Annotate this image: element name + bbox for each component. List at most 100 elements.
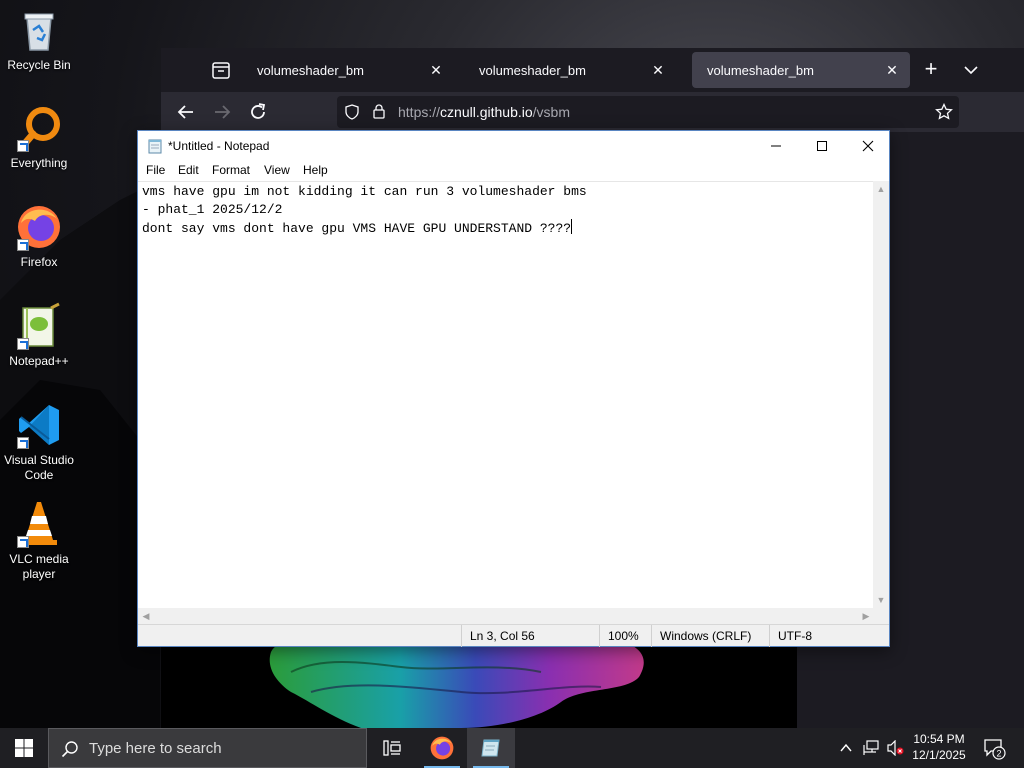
notification-icon: 2 [984, 739, 1006, 760]
task-view-button[interactable] [368, 728, 416, 768]
scroll-right-icon[interactable]: ▶ [858, 608, 874, 624]
url-text[interactable]: https://cznull.github.io/vsbm [398, 104, 570, 120]
taskbar-notepad[interactable] [467, 728, 515, 768]
lock-icon[interactable] [371, 103, 387, 119]
shortcut-arrow-icon [17, 140, 29, 152]
reload-icon [251, 103, 266, 119]
browser-tab[interactable]: volumeshader_bm ✕ [464, 52, 676, 88]
notepad-icon [481, 739, 500, 757]
close-icon[interactable]: ✕ [884, 62, 900, 78]
menu-help[interactable]: Help [301, 163, 330, 177]
list-all-tabs-button[interactable] [959, 58, 983, 82]
desktop-icon-firefox[interactable]: Firefox [2, 203, 76, 270]
close-icon[interactable]: ✕ [650, 62, 666, 78]
url-host: cznull.github.io [440, 104, 533, 120]
status-bar: Ln 3, Col 56 100% Windows (CRLF) UTF-8 [138, 624, 889, 647]
arrow-right-icon [215, 105, 231, 119]
close-icon [862, 140, 874, 152]
show-hidden-icons-button[interactable] [836, 728, 856, 768]
clock-date: 12/1/2025 [912, 748, 966, 762]
maximize-button[interactable] [799, 131, 845, 161]
text-line: - phat_1 2025/12/2 [142, 202, 283, 217]
desktop-icon-everything[interactable]: Everything [2, 104, 76, 171]
arrow-left-icon [177, 105, 193, 119]
browser-tab[interactable]: volumeshader_bm ✕ [242, 52, 454, 88]
status-zoom: 100% [599, 625, 651, 647]
start-button[interactable] [0, 728, 48, 768]
desktop-icon-label: Firefox [20, 255, 58, 269]
reload-button[interactable] [246, 100, 270, 124]
volume-muted-icon [887, 740, 904, 756]
menu-edit[interactable]: Edit [176, 163, 201, 177]
vlc-icon [15, 500, 63, 548]
text-line: vms have gpu im not kidding it can run 3… [142, 184, 587, 199]
text-editor[interactable]: vms have gpu im not kidding it can run 3… [138, 181, 874, 608]
back-button[interactable] [174, 100, 198, 124]
url-scheme: https:// [398, 104, 441, 120]
scrollbar-corner [873, 608, 889, 624]
text-line-content: dont say vms dont have gpu VMS HAVE GPU … [142, 221, 572, 236]
close-button[interactable] [845, 131, 891, 161]
minimize-button[interactable] [753, 131, 799, 161]
shortcut-arrow-icon [17, 338, 29, 350]
navigation-toolbar: https://cznull.github.io/vsbm [161, 92, 1024, 132]
vertical-scrollbar[interactable]: ▲ ▼ [873, 181, 889, 608]
search-icon [61, 741, 78, 758]
search-placeholder: Type here to search [89, 740, 222, 757]
notepad-titlebar[interactable]: *Untitled - Notepad [138, 131, 889, 161]
tab-strip: volumeshader_bm ✕ volumeshader_bm ✕ volu… [161, 48, 1024, 92]
window-title: *Untitled - Notepad [168, 139, 270, 153]
taskbar-search-box[interactable]: Type here to search [48, 728, 367, 768]
shortcut-arrow-icon [17, 536, 29, 548]
desktop-icon-vlc[interactable]: VLC media player [2, 500, 76, 582]
url-bar[interactable]: https://cznull.github.io/vsbm [337, 96, 959, 128]
notification-count: 2 [996, 749, 1001, 759]
firefox-view-button[interactable] [209, 58, 233, 82]
shortcut-arrow-icon [17, 239, 29, 251]
taskbar: Type here to search 10:54 PM 12/1/2025 2 [0, 728, 1024, 768]
status-encoding: UTF-8 [769, 625, 889, 647]
vscode-icon [15, 401, 63, 449]
network-button[interactable] [860, 728, 882, 768]
maximize-icon [817, 141, 827, 151]
scroll-down-icon[interactable]: ▼ [873, 592, 889, 608]
menu-bar: File Edit Format View Help [138, 161, 889, 181]
menu-format[interactable]: Format [210, 163, 252, 177]
url-path: /vsbm [532, 104, 570, 120]
text-line-current: dont say vms dont have gpu VMS HAVE GPU … [142, 219, 573, 238]
browser-tab-active[interactable]: volumeshader_bm ✕ [692, 52, 910, 88]
recycle-bin-icon [15, 6, 63, 54]
status-line-ending: Windows (CRLF) [651, 625, 769, 647]
windows-logo-icon [15, 739, 33, 757]
desktop-icon-vscode[interactable]: Visual Studio Code [2, 401, 76, 483]
bookmark-star-icon[interactable] [935, 103, 953, 121]
firefox-icon [430, 736, 454, 760]
tab-title: volumeshader_bm [257, 62, 364, 78]
forward-button[interactable] [210, 100, 234, 124]
task-view-icon [383, 740, 401, 756]
volume-button[interactable] [884, 728, 906, 768]
firefox-view-icon [212, 62, 230, 79]
horizontal-scrollbar[interactable]: ◀ ▶ [138, 608, 874, 624]
desktop-icon-label: Recycle Bin [7, 58, 71, 72]
text-caret [571, 219, 573, 234]
new-tab-button[interactable]: + [919, 58, 943, 82]
notepad-window: *Untitled - Notepad File Edit Format Vie… [137, 130, 890, 647]
scroll-up-icon[interactable]: ▲ [873, 181, 889, 197]
menu-view[interactable]: View [262, 163, 292, 177]
taskbar-clock[interactable]: 10:54 PM 12/1/2025 [906, 731, 972, 763]
desktop-icon-label: Visual Studio Code [4, 453, 74, 482]
desktop-icon-recycle-bin[interactable]: Recycle Bin [2, 6, 76, 73]
notification-center-button[interactable]: 2 [982, 736, 1006, 760]
minimize-icon [771, 145, 781, 147]
tab-title: volumeshader_bm [707, 62, 814, 78]
close-icon[interactable]: ✕ [428, 62, 444, 78]
shield-icon[interactable] [344, 104, 360, 120]
network-icon [863, 740, 879, 755]
menu-file[interactable]: File [144, 163, 167, 177]
notepad-plus-plus-icon [15, 302, 63, 350]
desktop-icon-notepad-plus-plus[interactable]: Notepad++ [2, 302, 76, 369]
scroll-left-icon[interactable]: ◀ [138, 608, 154, 624]
desktop-icon-label: VLC media player [9, 552, 69, 581]
taskbar-firefox[interactable] [418, 728, 466, 768]
